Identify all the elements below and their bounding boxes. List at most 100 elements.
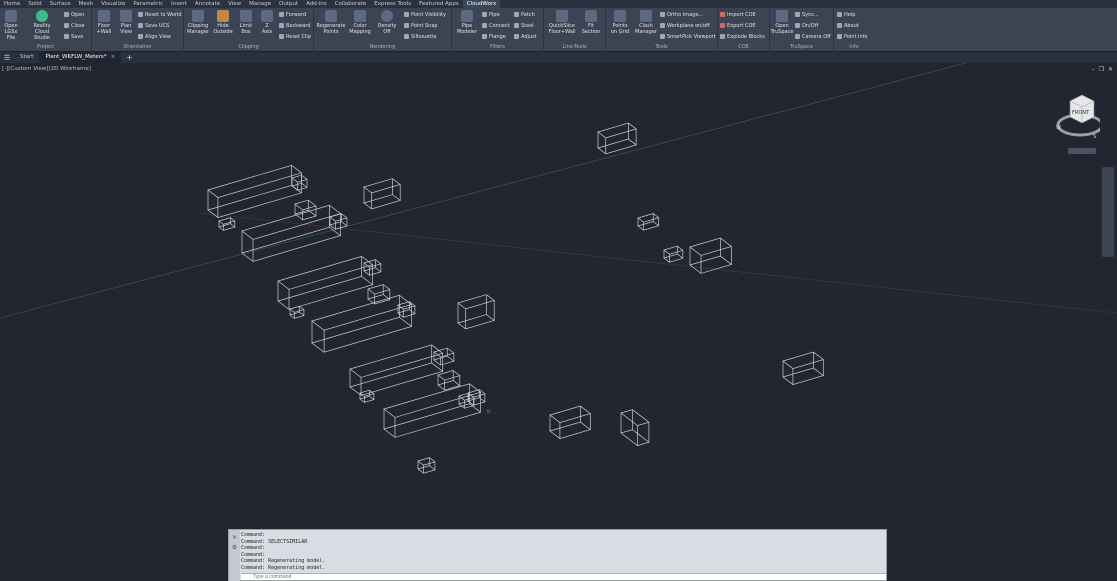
save-ucs-button[interactable]: Save UCS: [138, 21, 169, 30]
regenerate-points-button[interactable]: Regenerate Points: [316, 10, 346, 43]
wireframe-box[interactable]: [397, 301, 416, 318]
export-coe-button[interactable]: Export COE: [720, 21, 756, 30]
group-label-clipping[interactable]: Clipping: [184, 44, 313, 51]
workplane-button[interactable]: Workplane on/off: [660, 21, 710, 30]
reset-clip-button[interactable]: Reset Clip: [279, 32, 311, 41]
wireframe-box[interactable]: [597, 122, 637, 155]
points-on-grid-button[interactable]: Points on Grid: [608, 10, 632, 43]
floor-wall-button[interactable]: Floor +Wall: [94, 10, 114, 43]
wireframe-box[interactable]: [289, 305, 305, 319]
point-info-button[interactable]: Point Info: [837, 32, 867, 41]
close-button[interactable]: Close: [64, 21, 85, 30]
menu-item-collaborate[interactable]: Collaborate: [331, 0, 371, 8]
menu-item-surface[interactable]: Surface: [46, 0, 75, 8]
limit-box-button[interactable]: Limit Box: [236, 10, 256, 43]
wireframe-box[interactable]: [637, 213, 660, 231]
fit-section-button[interactable]: Fit Section: [580, 10, 602, 43]
customize-wrench-icon[interactable]: ⚙: [229, 544, 240, 551]
camera-off-button[interactable]: Camera Off: [795, 32, 831, 41]
onoff-button[interactable]: On/Off: [795, 21, 818, 30]
explode-blocks-button[interactable]: Explode Blocks: [720, 32, 765, 41]
steel-button[interactable]: Steel: [514, 21, 534, 30]
open-truspace-button[interactable]: Open TruSpace: [771, 10, 793, 43]
menu-item-mesh[interactable]: Mesh: [75, 0, 97, 8]
backward-button[interactable]: Backward: [279, 21, 310, 30]
group-label-rendering[interactable]: Rendering: [314, 44, 451, 51]
connect-button[interactable]: Connect: [482, 21, 510, 30]
viewcube[interactable]: FRONT W S: [1050, 91, 1100, 141]
wireframe-box[interactable]: [417, 457, 436, 474]
wireframe-box[interactable]: [349, 344, 444, 396]
wireframe-box[interactable]: [457, 294, 495, 330]
tab-start[interactable]: Start: [14, 52, 39, 63]
silhouette-button[interactable]: Silhouette: [404, 32, 436, 41]
wireframe-box[interactable]: [311, 294, 413, 353]
new-tab-button[interactable]: +: [121, 53, 138, 62]
patch-button[interactable]: Patch: [514, 10, 535, 19]
smartpick-button[interactable]: SmartPick Viewport: [660, 32, 716, 41]
plan-view-button[interactable]: Plan View: [116, 10, 136, 43]
wireframe-box[interactable]: [218, 217, 236, 231]
menu-item-annotate[interactable]: Annotate: [191, 0, 224, 8]
pipe-modeler-button[interactable]: Pipe Modeler: [454, 10, 480, 43]
wireframe-box[interactable]: [437, 370, 461, 391]
wireframe-box[interactable]: [782, 351, 825, 385]
color-mapping-button[interactable]: Color Mapping: [348, 10, 372, 43]
wireframe-box[interactable]: [359, 389, 375, 403]
restore-icon[interactable]: ❐: [1099, 66, 1104, 73]
open-button[interactable]: Open: [64, 10, 84, 19]
cube-face-label[interactable]: FRONT: [1072, 110, 1090, 116]
menu-item-express-tools[interactable]: Express Tools: [370, 0, 415, 8]
sync-button[interactable]: Sync...: [795, 10, 819, 19]
menu-item-insert[interactable]: Insert: [167, 0, 191, 8]
menu-item-featured-apps[interactable]: Featured Apps: [415, 0, 463, 8]
menu-item-add-ins[interactable]: Add-ins: [302, 0, 331, 8]
hamburger-menu-icon[interactable]: ☰: [0, 54, 14, 62]
help-button[interactable]: Help: [837, 10, 855, 19]
clash-manager-button[interactable]: Clash Manager: [634, 10, 658, 43]
wireframe-box[interactable]: [663, 245, 684, 263]
wireframe-box[interactable]: [689, 237, 733, 274]
wireframe-box[interactable]: [207, 164, 303, 218]
density-off-button[interactable]: Density Off: [376, 10, 398, 43]
about-button[interactable]: About: [837, 21, 859, 30]
open-lgsx-button[interactable]: Open LGSx File: [1, 10, 21, 43]
save-button[interactable]: Save: [64, 32, 83, 41]
wireframe-box[interactable]: [291, 174, 308, 191]
menu-item-manage[interactable]: Manage: [245, 0, 275, 8]
import-coe-button[interactable]: Import COE: [720, 10, 756, 19]
menu-item-view[interactable]: View: [224, 0, 245, 8]
menu-item-solid[interactable]: Solid: [24, 0, 45, 8]
menu-item-home[interactable]: Home: [0, 0, 24, 8]
drawing-viewport[interactable]: × [-][Custom View][2D Wireframe] – ❐ ✕ F…: [0, 63, 1117, 581]
tab-drawing[interactable]: Plant_WKFLW_Meters* ×: [39, 52, 122, 63]
point-visibility-button[interactable]: Point Visibility: [404, 10, 446, 19]
menu-item-output[interactable]: Output: [275, 0, 302, 8]
pipe-button[interactable]: Pipe: [482, 10, 500, 19]
reset-world-button[interactable]: Reset to World: [138, 10, 182, 19]
point-snap-button[interactable]: Point Snap: [404, 21, 438, 30]
clipping-manager-button[interactable]: Clipping Manager: [185, 10, 211, 43]
wireframe-box[interactable]: [620, 409, 650, 446]
wcs-dropdown[interactable]: [1068, 148, 1096, 154]
minimize-icon[interactable]: –: [1092, 66, 1095, 73]
viewport-controls-label[interactable]: [-][Custom View][2D Wireframe]: [2, 66, 91, 72]
group-label-tools[interactable]: Tools: [606, 44, 717, 51]
menu-item-cloudworx[interactable]: CloudWorx: [462, 0, 501, 8]
align-view-button[interactable]: Align View: [138, 32, 171, 41]
quickslice-button[interactable]: QuickSlice Floor+Wall: [546, 10, 578, 43]
forward-button[interactable]: Forward: [279, 10, 306, 19]
wireframe-box[interactable]: [458, 392, 475, 409]
close-command-icon[interactable]: ✕: [229, 534, 240, 541]
wireframe-box[interactable]: [383, 383, 482, 438]
navigation-bar[interactable]: [1102, 167, 1114, 257]
hide-outside-button[interactable]: Hide Outside: [212, 10, 234, 43]
group-label-linetools[interactable]: Line-Tools: [544, 44, 605, 51]
wireframe-box[interactable]: [277, 255, 374, 310]
wireframe-box[interactable]: [433, 347, 455, 366]
menu-item-parametric[interactable]: Parametric: [129, 0, 167, 8]
close-icon[interactable]: ✕: [1108, 66, 1113, 73]
group-label-truspace[interactable]: TruSpace: [770, 44, 833, 51]
group-label-info[interactable]: Info: [834, 44, 874, 51]
reality-cloud-button[interactable]: Reality Cloud Studio: [26, 10, 58, 43]
